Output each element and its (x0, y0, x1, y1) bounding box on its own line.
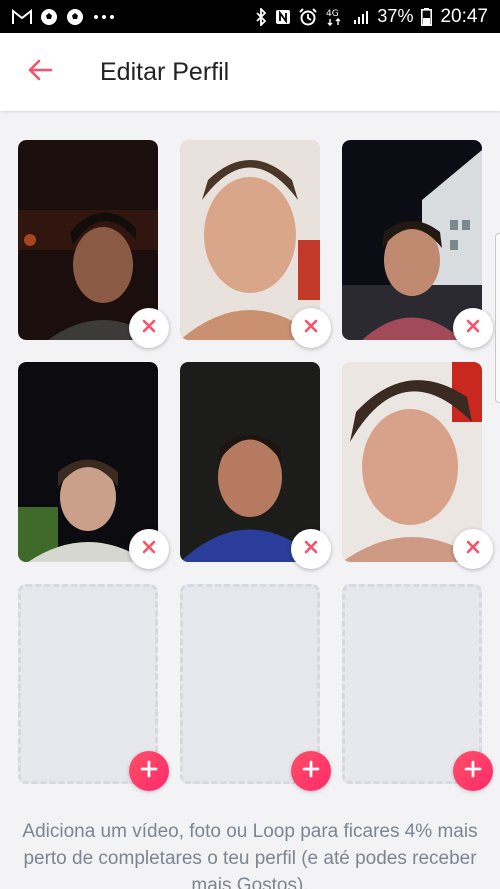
remove-icon (141, 539, 157, 560)
profile-photo-1[interactable] (18, 140, 158, 340)
remove-photo-button-3[interactable] (453, 308, 493, 348)
add-photo-button-9[interactable] (453, 751, 493, 791)
battery-icon (421, 7, 433, 26)
add-icon (302, 760, 320, 783)
page-title: Editar Perfil (100, 57, 230, 86)
app-bar: Editar Perfil (0, 33, 500, 111)
add-photo-button-7[interactable] (129, 751, 169, 791)
svg-text:4G: 4G (326, 9, 339, 19)
remove-photo-button-2[interactable] (291, 308, 331, 348)
remove-photo-button-4[interactable] (129, 529, 169, 569)
remove-icon (465, 318, 481, 339)
alarm-icon (299, 7, 318, 26)
status-left (12, 8, 116, 26)
nfc-icon (275, 9, 291, 25)
add-photo-button-8[interactable] (291, 751, 331, 791)
photo-grid (18, 140, 493, 791)
profile-photo-2[interactable] (180, 140, 320, 340)
status-right: 4G 37% 20:47 (255, 6, 488, 28)
back-arrow-icon (27, 59, 53, 86)
bluetooth-icon (255, 7, 267, 26)
back-button[interactable] (0, 33, 80, 111)
add-icon (464, 760, 482, 783)
remove-photo-button-1[interactable] (129, 308, 169, 348)
more-dots-icon (92, 13, 116, 21)
remove-icon (303, 539, 319, 560)
photo-image (180, 140, 320, 340)
remove-icon (465, 539, 481, 560)
battery-percent: 37% (377, 6, 414, 26)
photo-image (18, 140, 158, 340)
remove-photo-button-5[interactable] (291, 529, 331, 569)
remove-icon (141, 318, 157, 339)
photo-image (342, 140, 482, 340)
scroll-indicator[interactable] (495, 233, 500, 403)
add-icon (140, 760, 158, 783)
signal-icon (353, 9, 369, 25)
gmail-icon (12, 8, 32, 25)
status-time: 20:47 (440, 5, 488, 27)
4g-icon: 4G (325, 7, 345, 27)
soccer-ball-icon (66, 8, 84, 26)
profile-completion-hint: Adiciona um vídeo, foto ou Loop para fic… (22, 821, 478, 889)
soccer-ball-icon (40, 8, 58, 26)
remove-icon (303, 318, 319, 339)
remove-photo-button-6[interactable] (453, 529, 493, 569)
status-bar: 4G 37% 20:47 (0, 0, 500, 33)
profile-photo-3[interactable] (342, 140, 482, 340)
